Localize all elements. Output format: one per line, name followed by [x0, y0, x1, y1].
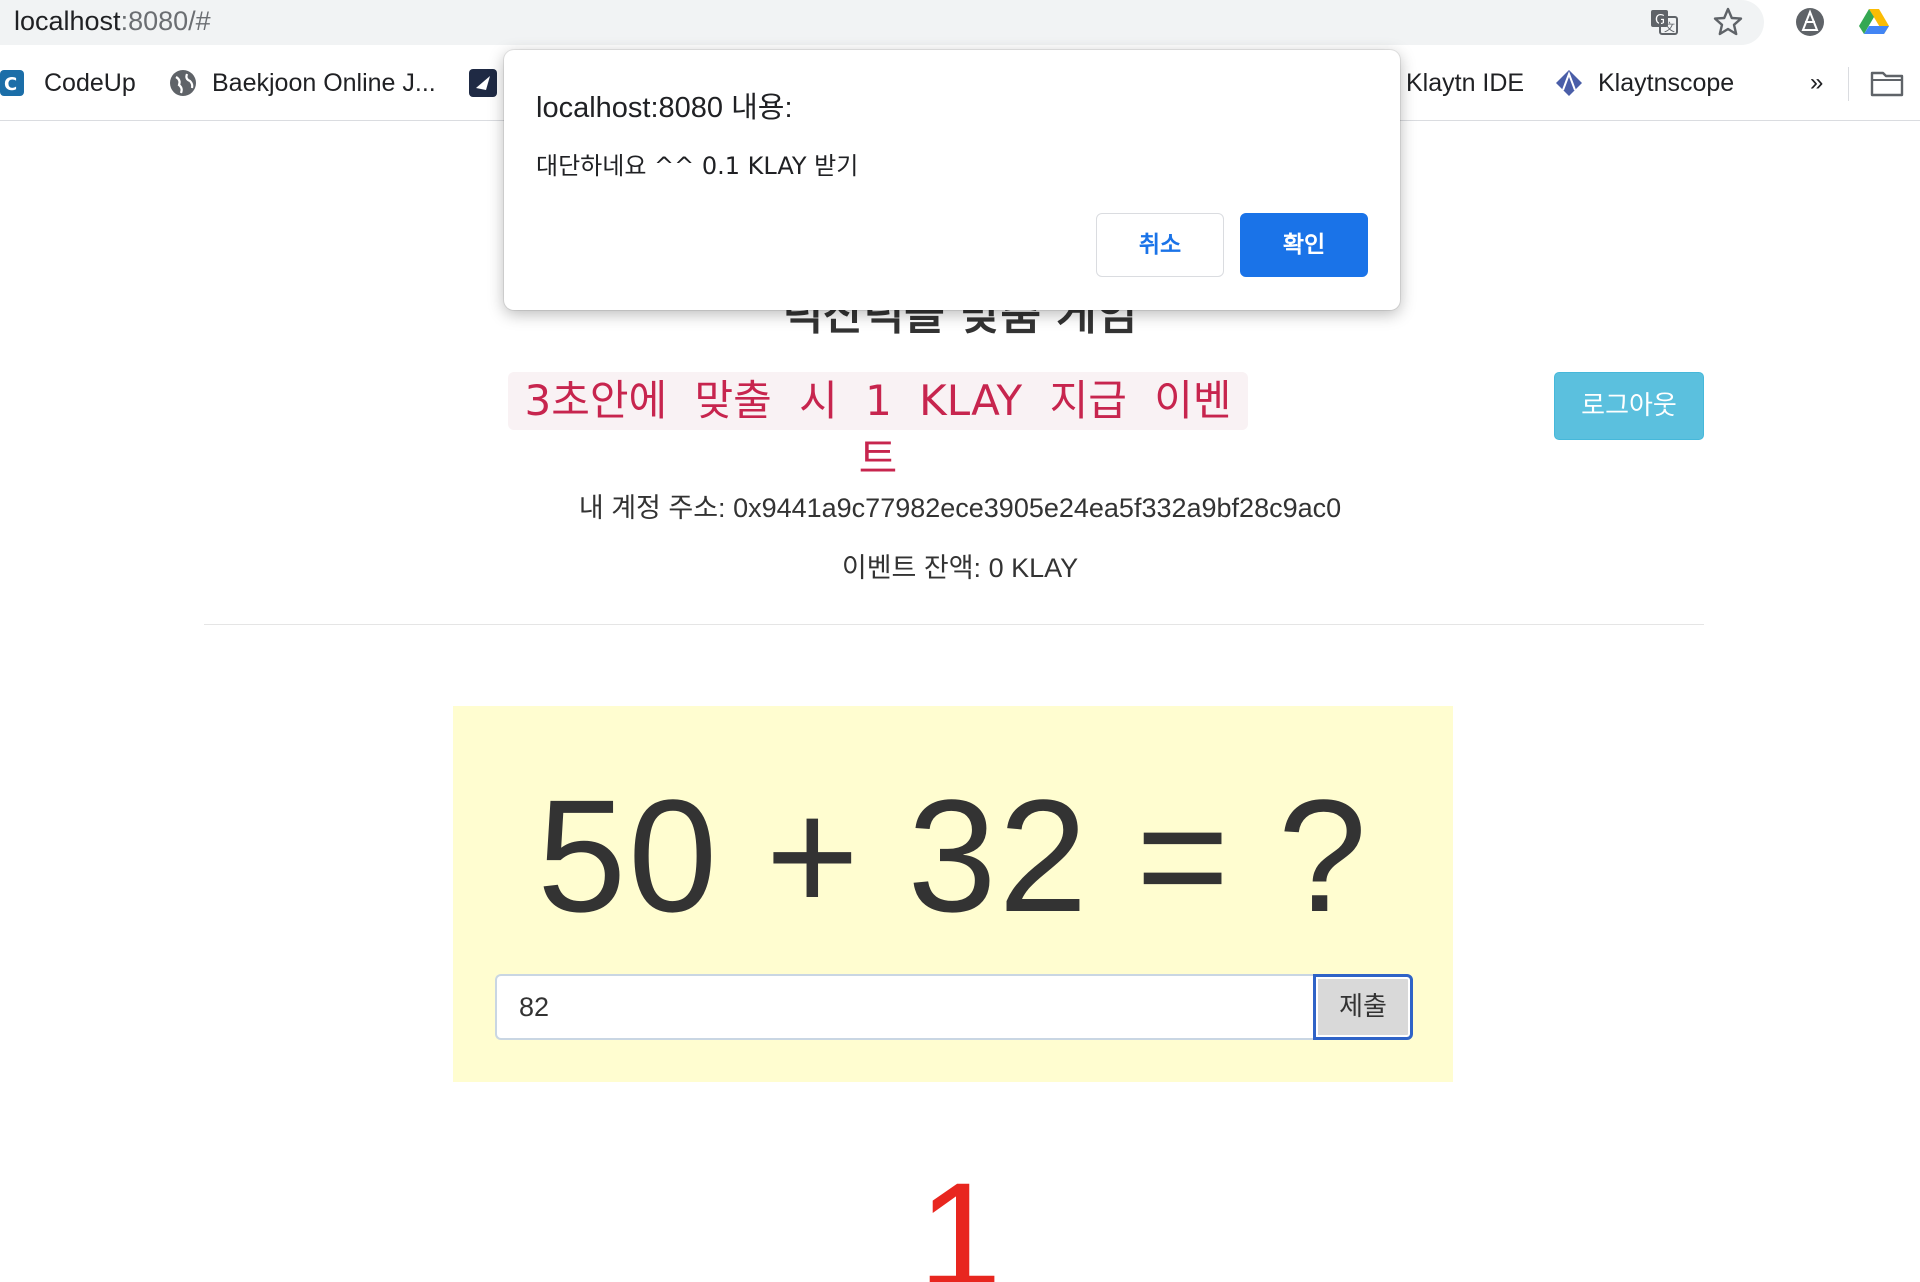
extension-icon[interactable] [1794, 6, 1826, 38]
dialog-message: 대단하네요 ^^ 0.1 KLAY 받기 [536, 152, 859, 180]
quiz-panel: 50 + 32 = ? 82 제출 [453, 706, 1453, 1082]
translate-icon[interactable]: G文 [1648, 6, 1680, 38]
browser-toolbar: localhost:8080/# G文 [0, 0, 1920, 45]
bookmark-klaytn-ide[interactable]: Klaytn IDE [1406, 63, 1524, 103]
account-address: 내 계정 주소: 0x9441a9c77982ece3905e24ea5f332… [578, 493, 1342, 523]
bookmark-codeup[interactable]: C CodeUp [0, 63, 136, 103]
bookmark-label: Klaytn IDE [1406, 68, 1525, 97]
klaytn-favicon [1554, 68, 1584, 98]
bookmark-favicon [468, 68, 498, 98]
globe-favicon [168, 68, 198, 98]
bookmark-label: Klaytnscope [1598, 68, 1735, 97]
google-drive-icon[interactable] [1858, 6, 1890, 38]
address-bar[interactable]: localhost:8080/# G文 [0, 0, 1764, 45]
bookmark-klaytnscope[interactable]: Klaytnscope [1554, 63, 1734, 103]
section-divider [204, 624, 1704, 625]
codeup-favicon: C [0, 68, 30, 98]
event-balance: 이벤트 잔액: 0 KLAY [841, 553, 1079, 583]
dialog-ok-button[interactable]: 확인 [1240, 213, 1368, 277]
svg-text:C: C [4, 74, 17, 95]
folder-icon[interactable] [1870, 67, 1904, 99]
bookmarks-divider [1848, 67, 1849, 101]
countdown-timer: 1 [918, 1151, 1002, 1282]
math-question: 50 + 32 = ? [537, 766, 1369, 945]
event-label: 3초안에 맞출 시 1 KLAY 지급 이벤트 [508, 372, 1248, 483]
bookmark-baekjoon[interactable]: Baekjoon Online J... [168, 63, 436, 103]
svg-text:文: 文 [1664, 20, 1675, 34]
submit-button[interactable]: 제출 [1313, 974, 1413, 1040]
logout-button[interactable]: 로그아웃 [1554, 372, 1704, 440]
url-host: localhost [14, 6, 121, 36]
url-path: :8080/# [120, 6, 211, 36]
bookmark-label: Baekjoon Online J... [212, 68, 436, 97]
alert-dialog: localhost:8080 내용: 대단하네요 ^^ 0.1 KLAY 받기 … [504, 50, 1400, 310]
url-text[interactable]: localhost:8080/# [14, 6, 211, 37]
bookmark-label: CodeUp [44, 68, 136, 97]
star-icon[interactable] [1712, 6, 1744, 38]
dialog-cancel-button[interactable]: 취소 [1096, 213, 1224, 277]
answer-input[interactable]: 82 [495, 974, 1315, 1040]
bookmarks-overflow-button[interactable]: » [1810, 63, 1823, 103]
dialog-title: localhost:8080 내용: [536, 92, 793, 124]
